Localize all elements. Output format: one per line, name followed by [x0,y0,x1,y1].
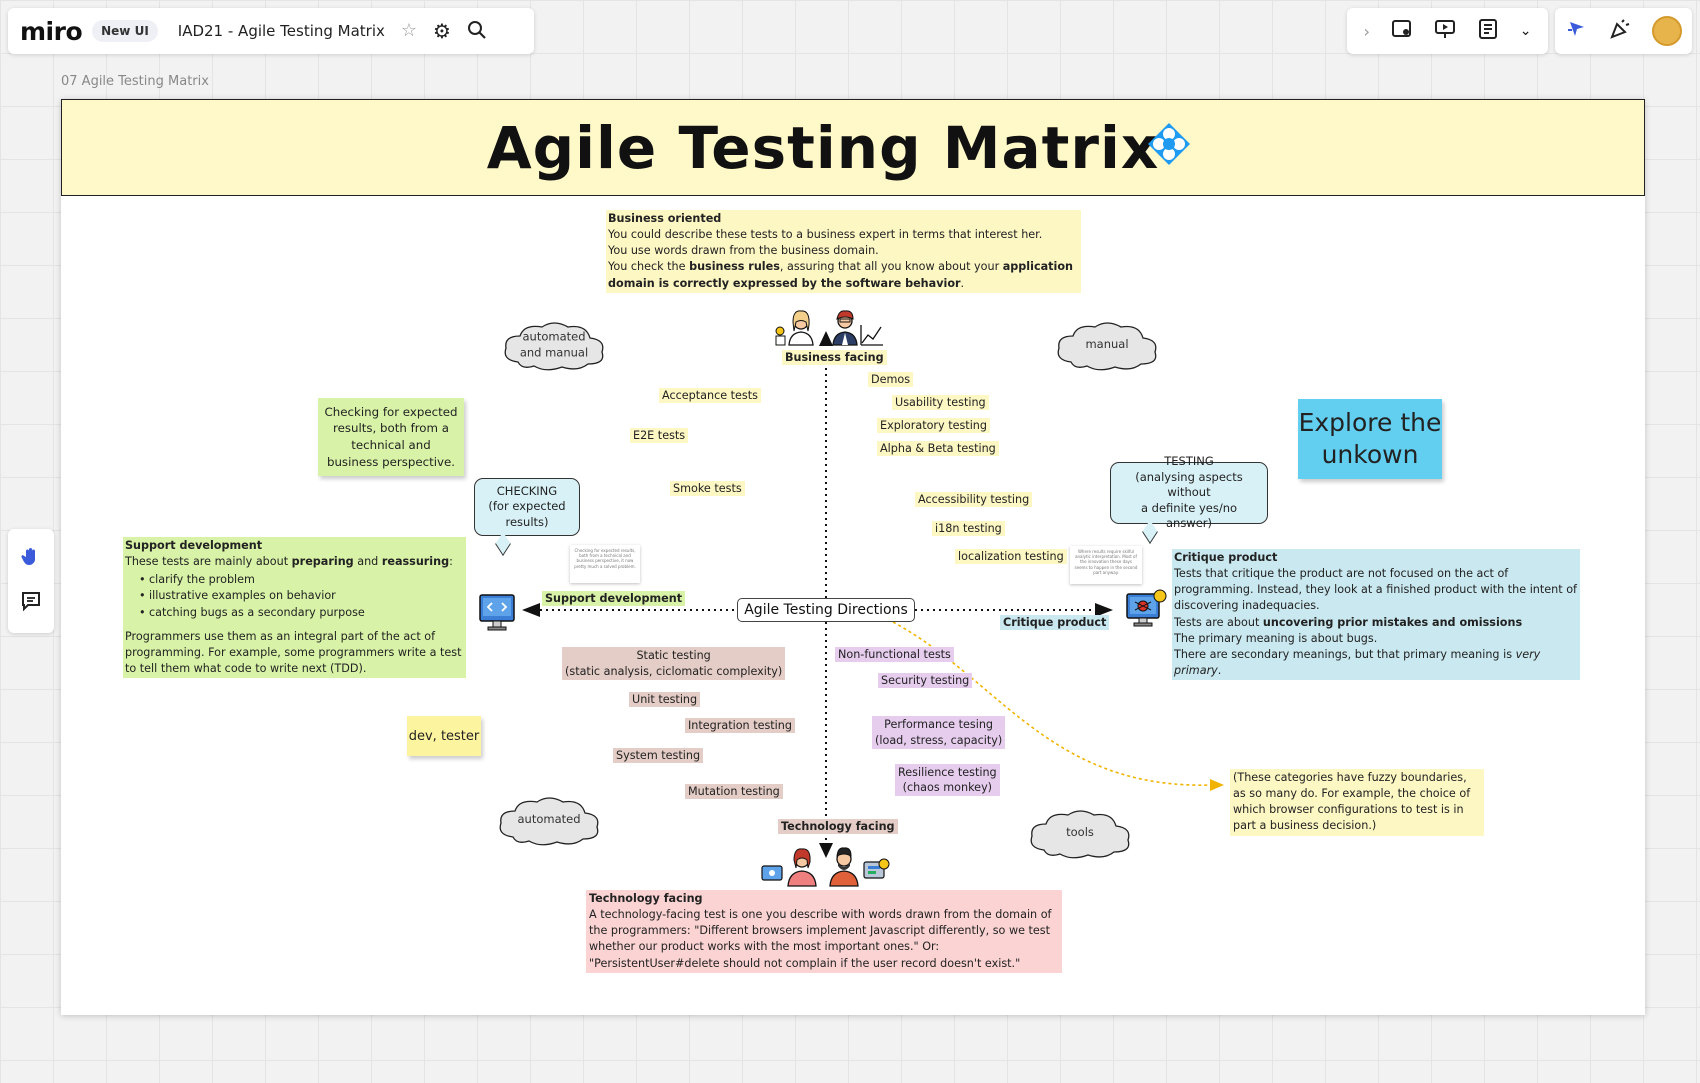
agile-testing-directions-label[interactable]: Agile Testing Directions [737,598,915,622]
cloud-text: automated and manual [519,329,589,359]
tag-integration-testing[interactable]: Integration testing [685,718,795,733]
checking-speech-bubble[interactable]: CHECKING (for expected results) [474,478,580,536]
tag-e2e-tests[interactable]: E2E tests [630,428,689,443]
tag-resilience-testing[interactable]: Resilience testing (chaos monkey) [895,764,1000,797]
explore-the-unknown-sticky[interactable]: Explore the unkown [1298,399,1442,479]
support-bullets: clarify the problem illustrative example… [139,572,464,621]
tag-system-testing[interactable]: System testing [613,748,704,763]
tag-usability-testing[interactable]: Usability testing [892,395,989,410]
cloud-automated-and-manual[interactable]: automated and manual [500,318,608,372]
testing-speech-bubble[interactable]: TESTING (analysing aspects without a def… [1110,454,1268,530]
code-monitor-icon [479,594,515,631]
tag-nonfunctional-tests[interactable]: Non-functional tests [835,647,954,662]
cloud-manual[interactable]: manual [1053,318,1161,372]
technology-facing-note[interactable]: Technology facing A technology-facing te… [586,890,1062,973]
tag-alpha-beta-testing[interactable]: Alpha & Beta testing [877,441,999,456]
critique-product-label[interactable]: Critique product [1000,615,1110,630]
dev-tester-sticky[interactable]: dev, tester [407,716,481,756]
support-development-label[interactable]: Support development [542,591,686,606]
business-note-line3: You check the business rules, assuring t… [608,260,1073,290]
checking-note[interactable]: Checking for expected results, both from… [318,398,464,476]
critique-product-note[interactable]: Critique product Tests that critique the… [1172,549,1580,680]
tag-security-testing[interactable]: Security testing [878,673,973,688]
arrow-left-icon [522,603,540,617]
cloud-tools[interactable]: tools [1026,806,1134,860]
tag-mutation-testing[interactable]: Mutation testing [685,784,783,799]
arrow-right-yellow-icon [1210,779,1224,791]
business-people-icon [775,310,883,346]
support-paragraph: Programmers use them as an integral part… [125,629,462,675]
tag-demos[interactable]: Demos [868,372,914,387]
tag-performance-testing[interactable]: Performance tesing (load, stress, capaci… [872,716,1006,750]
bullet: clarify the problem [139,572,464,588]
business-note-line1: You could describe these tests to a busi… [608,228,1043,242]
tag-unit-testing[interactable]: Unit testing [629,692,701,707]
cloud-text: manual [1085,337,1129,352]
tag-acceptance-tests[interactable]: Acceptance tests [659,388,761,403]
tag-accessibility-testing[interactable]: Accessibility testing [915,492,1033,507]
business-facing-label[interactable]: Business facing [782,350,887,365]
technology-people-icon [761,847,890,887]
business-oriented-note[interactable]: Business oriented You could describe the… [606,210,1081,293]
tag-i18n-testing[interactable]: i18n testing [932,521,1005,536]
bullet: catching bugs as a secondary purpose [139,605,464,621]
support-development-note[interactable]: Support development These tests are main… [123,537,466,678]
fuzzy-boundaries-note[interactable]: (These categories have fuzzy boundaries,… [1230,769,1484,836]
bullet: illustrative examples on behavior [139,588,464,604]
mini-card-testing[interactable]: Where results require skilful analytic i… [1070,546,1142,584]
cloud-text: automated [517,812,581,827]
tag-static-testing[interactable]: Static testing (static analysis, cicloma… [562,647,786,681]
cloud-automated[interactable]: automated [495,793,603,847]
tag-exploratory-testing[interactable]: Exploratory testing [877,418,990,433]
tag-smoke-tests[interactable]: Smoke tests [670,481,745,496]
business-note-line2: You use words drawn from the business do… [608,244,879,258]
technology-facing-label[interactable]: Technology facing [778,819,898,834]
business-note-heading: Business oriented [608,212,722,225]
tag-localization-testing[interactable]: localization testing [955,549,1067,564]
bug-monitor-icon [1126,589,1167,627]
mini-card-checking[interactable]: Checking for expected results, both from… [570,545,640,583]
cloud-text: tools [1066,825,1094,840]
